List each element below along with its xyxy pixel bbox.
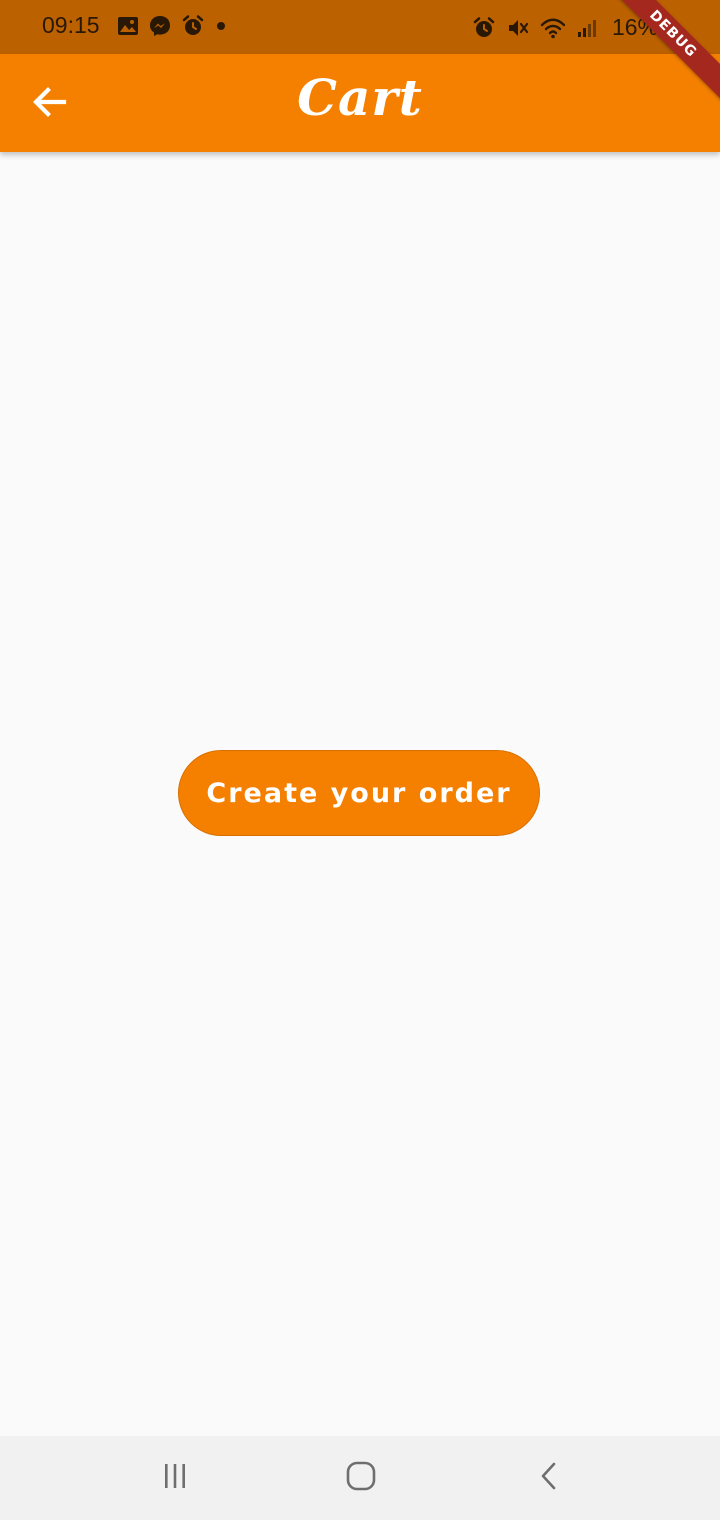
system-back-button[interactable] [527, 1456, 571, 1500]
signal-icon [576, 17, 598, 39]
status-icons-left [117, 14, 228, 38]
back-icon [534, 1461, 564, 1495]
alarm-icon [472, 16, 496, 40]
screen: 09:15 16% DEBUG Cart Create your order [0, 0, 720, 1520]
home-button[interactable] [339, 1456, 383, 1500]
wifi-icon [540, 17, 566, 39]
home-icon [345, 1460, 377, 1496]
dot-icon [214, 19, 228, 33]
recents-icon [160, 1461, 190, 1495]
page-title: Cart [297, 68, 423, 127]
status-bar: 09:15 16% [0, 0, 720, 54]
status-time: 09:15 [42, 12, 100, 38]
status-icons-right: 16% [472, 14, 658, 41]
mute-icon [506, 16, 530, 40]
messenger-icon [148, 14, 172, 38]
main-content: Create your order [0, 152, 720, 1436]
system-nav-bar [0, 1436, 720, 1520]
recents-button[interactable] [153, 1456, 197, 1500]
app-bar: Cart [0, 54, 720, 152]
create-order-button[interactable]: Create your order [178, 750, 540, 836]
gallery-icon [117, 16, 139, 36]
alarm-icon [181, 14, 205, 38]
